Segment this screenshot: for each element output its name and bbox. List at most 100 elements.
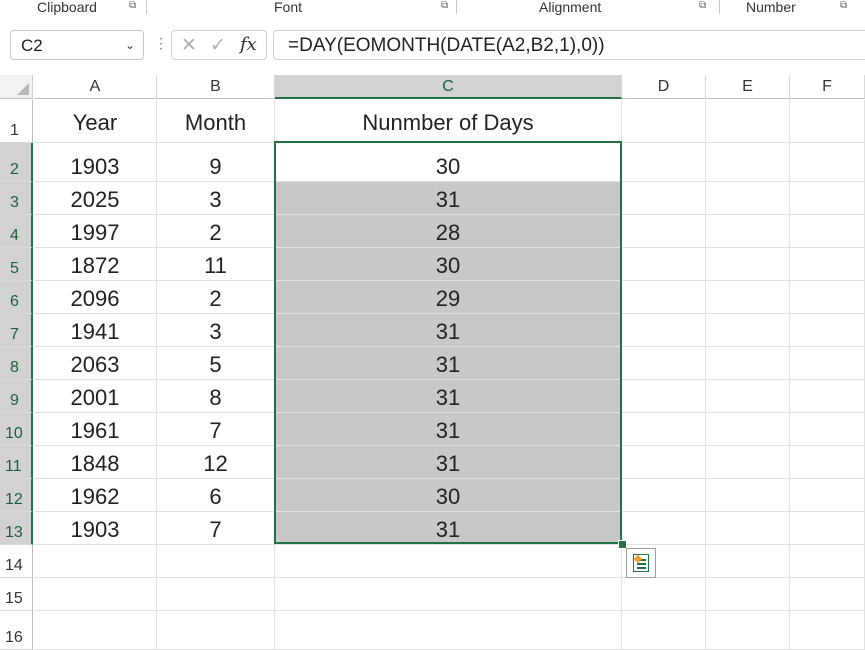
cell-e12[interactable] <box>706 479 790 512</box>
formula-input[interactable]: =DAY(EOMONTH(DATE(A2,B2,1),0)) <box>273 30 865 60</box>
cell-d6[interactable] <box>622 281 706 314</box>
cell-b16[interactable] <box>157 611 275 650</box>
cell-f14[interactable] <box>790 545 865 578</box>
cell-c3[interactable]: 31 <box>275 182 622 215</box>
cell-b11[interactable]: 12 <box>157 446 275 479</box>
cell-a14[interactable] <box>34 545 157 578</box>
cell-d7[interactable] <box>622 314 706 347</box>
row-header-15[interactable]: 15 <box>0 578 33 611</box>
cell-f3[interactable] <box>790 182 865 215</box>
cell-a5[interactable]: 1872 <box>34 248 157 281</box>
formula-bar-resize-handle[interactable]: ⋮ <box>154 35 168 52</box>
cell-a13[interactable]: 1903 <box>34 512 157 545</box>
cell-a1[interactable]: Year <box>34 100 157 143</box>
cell-b15[interactable] <box>157 578 275 611</box>
cell-b7[interactable]: 3 <box>157 314 275 347</box>
row-header-10[interactable]: 10 <box>0 413 33 446</box>
cell-f10[interactable] <box>790 413 865 446</box>
cell-c11[interactable]: 31 <box>275 446 622 479</box>
cell-e7[interactable] <box>706 314 790 347</box>
cell-a4[interactable]: 1997 <box>34 215 157 248</box>
cell-a11[interactable]: 1848 <box>34 446 157 479</box>
cell-d3[interactable] <box>622 182 706 215</box>
cell-e4[interactable] <box>706 215 790 248</box>
chevron-down-icon[interactable]: ⌄ <box>125 38 135 52</box>
row-header-5[interactable]: 5 <box>0 248 33 281</box>
dialog-launcher-icon[interactable]: ⧉ <box>441 1 452 12</box>
cell-e11[interactable] <box>706 446 790 479</box>
cell-f16[interactable] <box>790 611 865 650</box>
row-header-3[interactable]: 3 <box>0 182 33 215</box>
row-header-9[interactable]: 9 <box>0 380 33 413</box>
cell-e13[interactable] <box>706 512 790 545</box>
name-box[interactable]: C2 ⌄ <box>10 30 144 60</box>
select-all-button[interactable] <box>0 75 33 99</box>
cell-a2[interactable]: 1903 <box>34 143 157 182</box>
cell-d10[interactable] <box>622 413 706 446</box>
cell-f1[interactable] <box>790 100 865 143</box>
cell-b1[interactable]: Month <box>157 100 275 143</box>
cell-d11[interactable] <box>622 446 706 479</box>
cell-f15[interactable] <box>790 578 865 611</box>
dialog-launcher-icon[interactable]: ⧉ <box>699 1 710 12</box>
cell-c9[interactable]: 31 <box>275 380 622 413</box>
row-header-16[interactable]: 16 <box>0 611 33 650</box>
cell-a7[interactable]: 1941 <box>34 314 157 347</box>
row-header-8[interactable]: 8 <box>0 347 33 380</box>
cell-f7[interactable] <box>790 314 865 347</box>
cell-a8[interactable]: 2063 <box>34 347 157 380</box>
cell-c13[interactable]: 31 <box>275 512 622 545</box>
cell-b14[interactable] <box>157 545 275 578</box>
dialog-launcher-icon[interactable]: ⧉ <box>840 1 851 12</box>
column-header-d[interactable]: D <box>622 75 706 99</box>
cell-a15[interactable] <box>34 578 157 611</box>
column-header-c[interactable]: C <box>275 75 622 99</box>
cell-a6[interactable]: 2096 <box>34 281 157 314</box>
cell-e10[interactable] <box>706 413 790 446</box>
cell-c7[interactable]: 31 <box>275 314 622 347</box>
cell-a9[interactable]: 2001 <box>34 380 157 413</box>
row-header-4[interactable]: 4 <box>0 215 33 248</box>
row-header-13[interactable]: 13 <box>0 512 33 545</box>
cell-e16[interactable] <box>706 611 790 650</box>
enter-icon[interactable]: ✓ <box>210 34 226 57</box>
row-header-7[interactable]: 7 <box>0 314 33 347</box>
cell-b13[interactable]: 7 <box>157 512 275 545</box>
cell-c2[interactable]: 30 <box>275 143 622 182</box>
cell-f8[interactable] <box>790 347 865 380</box>
cell-d5[interactable] <box>622 248 706 281</box>
cell-e9[interactable] <box>706 380 790 413</box>
cell-c15[interactable] <box>275 578 622 611</box>
cell-f9[interactable] <box>790 380 865 413</box>
cell-c10[interactable]: 31 <box>275 413 622 446</box>
row-header-6[interactable]: 6 <box>0 281 33 314</box>
cell-e14[interactable] <box>706 545 790 578</box>
cell-b5[interactable]: 11 <box>157 248 275 281</box>
cell-e5[interactable] <box>706 248 790 281</box>
row-header-2[interactable]: 2 <box>0 143 33 182</box>
cell-f13[interactable] <box>790 512 865 545</box>
dialog-launcher-icon[interactable]: ⧉ <box>129 1 140 12</box>
column-header-a[interactable]: A <box>34 75 157 99</box>
cell-d9[interactable] <box>622 380 706 413</box>
cell-b6[interactable]: 2 <box>157 281 275 314</box>
cell-d16[interactable] <box>622 611 706 650</box>
cell-e1[interactable] <box>706 100 790 143</box>
cell-c6[interactable]: 29 <box>275 281 622 314</box>
cell-c5[interactable]: 30 <box>275 248 622 281</box>
insert-function-icon[interactable]: fx <box>240 34 257 55</box>
cell-a10[interactable]: 1961 <box>34 413 157 446</box>
cell-e3[interactable] <box>706 182 790 215</box>
cell-d2[interactable] <box>622 143 706 182</box>
row-header-11[interactable]: 11 <box>0 446 33 479</box>
cell-a16[interactable] <box>34 611 157 650</box>
row-header-1[interactable]: 1 <box>0 100 33 143</box>
cell-c12[interactable]: 30 <box>275 479 622 512</box>
cancel-icon[interactable]: ✕ <box>181 34 197 57</box>
cell-c4[interactable]: 28 <box>275 215 622 248</box>
cell-e6[interactable] <box>706 281 790 314</box>
cell-d13[interactable] <box>622 512 706 545</box>
column-header-b[interactable]: B <box>157 75 275 99</box>
quick-analysis-button[interactable] <box>626 548 656 578</box>
cell-f12[interactable] <box>790 479 865 512</box>
